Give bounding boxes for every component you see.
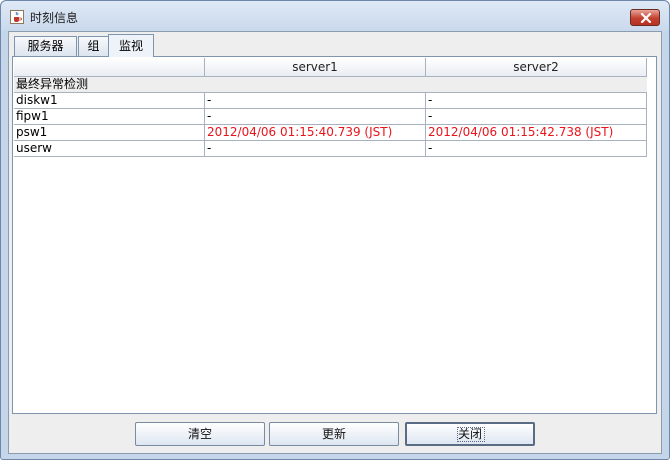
focus-indicator	[457, 427, 485, 442]
table-row[interactable]: fipw1 - -	[14, 109, 647, 125]
refresh-button[interactable]: 更新	[269, 422, 399, 446]
column-header-name[interactable]	[14, 58, 205, 77]
tab-groups[interactable]: 组	[78, 36, 109, 57]
monitor-panel: server1 server2 最终异常检测 diskw1 - - fipw1 …	[12, 56, 657, 414]
table-group-row[interactable]: 最终异常检测	[14, 77, 647, 93]
monitor-name-cell: fipw1	[14, 109, 205, 125]
monitor-name-cell: diskw1	[14, 93, 205, 109]
title-bar[interactable]: 时刻信息	[1, 1, 669, 31]
window-title: 时刻信息	[30, 11, 79, 25]
java-cup-icon	[10, 10, 24, 24]
server2-time-cell: -	[426, 109, 647, 125]
time-info-window: 时刻信息 服务器 组 监视 server1 server2 最终异常检测 dis…	[0, 0, 670, 460]
tab-servers[interactable]: 服务器	[14, 36, 77, 57]
tab-monitors[interactable]: 监视	[108, 34, 154, 57]
table-row[interactable]: psw1 2012/04/06 01:15:40.739 (JST) 2012/…	[14, 125, 647, 141]
server1-time-cell: 2012/04/06 01:15:40.739 (JST)	[205, 125, 426, 141]
server2-time-cell: -	[426, 93, 647, 109]
table-header: server1 server2	[14, 58, 647, 77]
table-row[interactable]: diskw1 - -	[14, 93, 647, 109]
close-window-button[interactable]	[630, 9, 660, 26]
close-button[interactable]: 关闭	[405, 422, 535, 446]
monitor-name-cell: userw	[14, 141, 205, 157]
server2-time-cell: 2012/04/06 01:15:42.738 (JST)	[426, 125, 647, 141]
server1-time-cell: -	[205, 141, 426, 157]
server1-time-cell: -	[205, 109, 426, 125]
column-header-server1[interactable]: server1	[205, 58, 426, 77]
group-label: 最终异常检测	[14, 77, 647, 93]
close-x-icon	[640, 13, 652, 23]
content-area: 服务器 组 监视 server1 server2 最终异常检测 diskw1 -…	[8, 31, 662, 454]
clear-button[interactable]: 清空	[135, 422, 265, 446]
table-row[interactable]: userw - -	[14, 141, 647, 157]
monitor-name-cell: psw1	[14, 125, 205, 141]
column-header-server2[interactable]: server2	[426, 58, 647, 77]
server2-time-cell: -	[426, 141, 647, 157]
server1-time-cell: -	[205, 93, 426, 109]
